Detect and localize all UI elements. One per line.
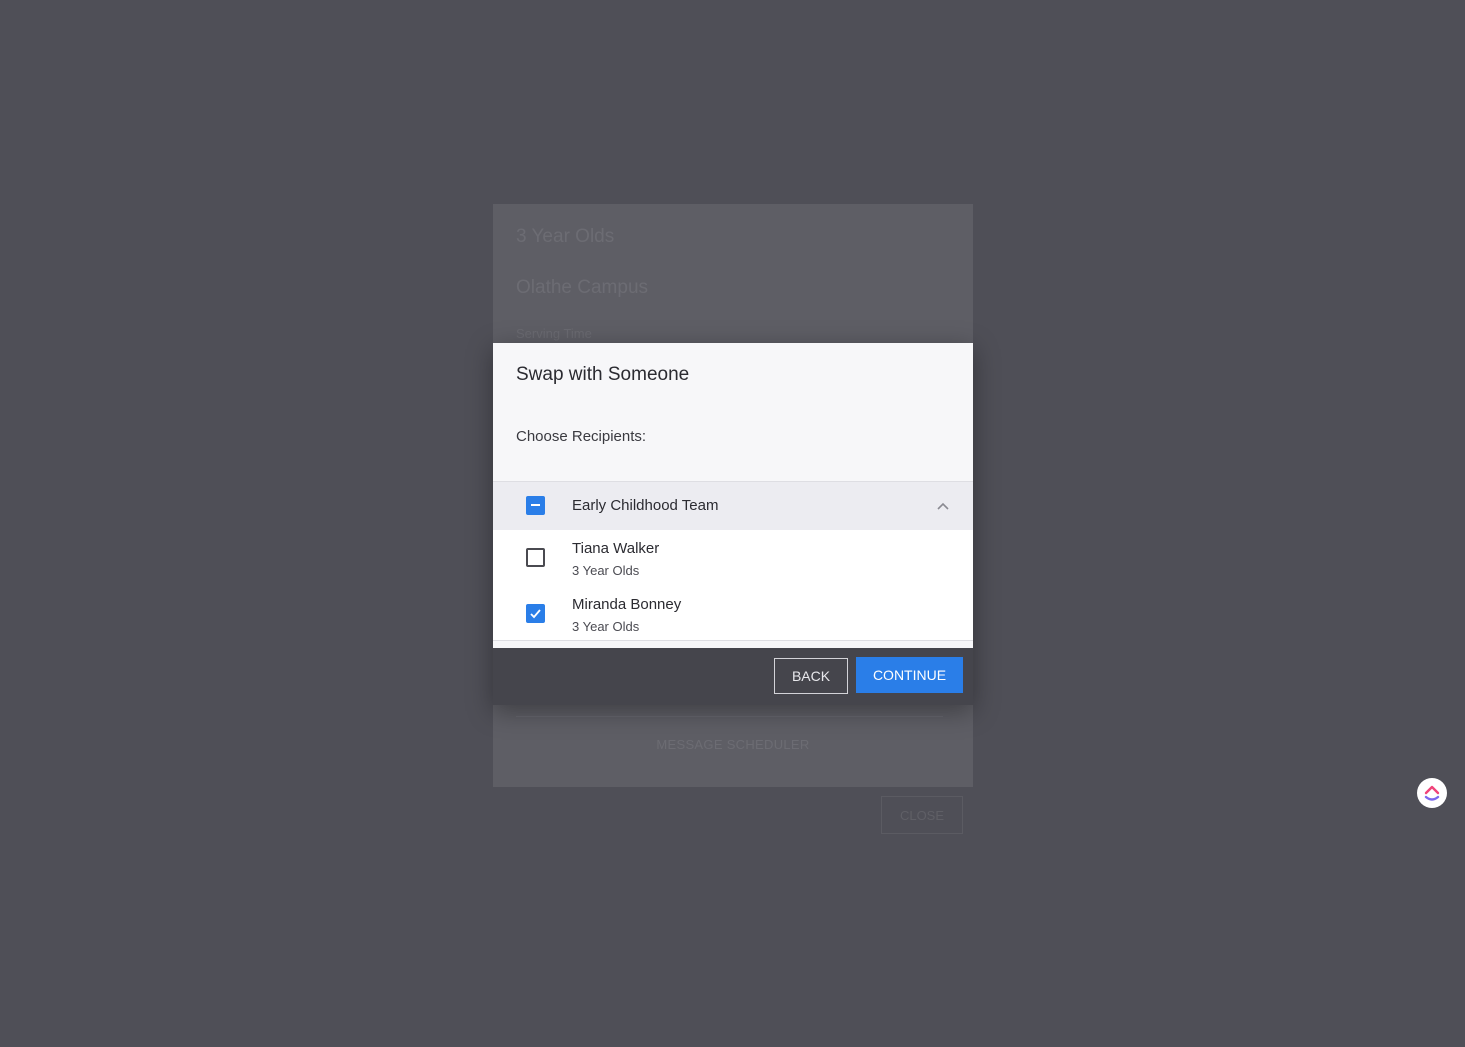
background-campus: Olathe Campus bbox=[516, 277, 649, 298]
clickup-logo-icon bbox=[1424, 785, 1440, 801]
back-button[interactable]: BACK bbox=[774, 658, 848, 694]
member-checkbox[interactable] bbox=[526, 604, 545, 623]
member-row-miranda-bonney[interactable]: Miranda Bonney 3 Year Olds bbox=[493, 586, 973, 642]
group-row-early-childhood-team[interactable]: Early Childhood Team bbox=[493, 482, 973, 530]
choose-recipients-label: Choose Recipients: bbox=[516, 428, 647, 445]
member-name: Miranda Bonney bbox=[572, 596, 682, 613]
background-close-button: CLOSE bbox=[881, 796, 963, 834]
member-list: Tiana Walker 3 Year Olds Miranda Bonney … bbox=[493, 530, 973, 640]
member-checkbox[interactable] bbox=[526, 548, 545, 567]
checkmark-icon bbox=[530, 609, 541, 619]
member-row-tiana-walker[interactable]: Tiana Walker 3 Year Olds bbox=[493, 530, 973, 586]
background-title: 3 Year Olds bbox=[516, 226, 615, 247]
background-subheading: Serving Time bbox=[516, 326, 592, 341]
modal-title: Swap with Someone bbox=[516, 364, 690, 385]
chevron-up-icon[interactable] bbox=[936, 499, 950, 513]
member-role: 3 Year Olds bbox=[572, 563, 640, 578]
group-label: Early Childhood Team bbox=[572, 497, 719, 514]
continue-button[interactable]: CONTINUE bbox=[856, 657, 963, 693]
swap-modal: Swap with Someone Choose Recipients: Ear… bbox=[493, 343, 973, 705]
list-divider bbox=[493, 640, 973, 641]
member-role: 3 Year Olds bbox=[572, 619, 640, 634]
member-name: Tiana Walker bbox=[572, 540, 660, 557]
message-scheduler-link: MESSAGE SCHEDULER bbox=[656, 737, 810, 752]
modal-footer: BACK CONTINUE bbox=[493, 648, 973, 705]
group-checkbox[interactable] bbox=[526, 496, 545, 515]
background-divider bbox=[516, 716, 943, 717]
floating-widget-button[interactable] bbox=[1417, 778, 1447, 808]
